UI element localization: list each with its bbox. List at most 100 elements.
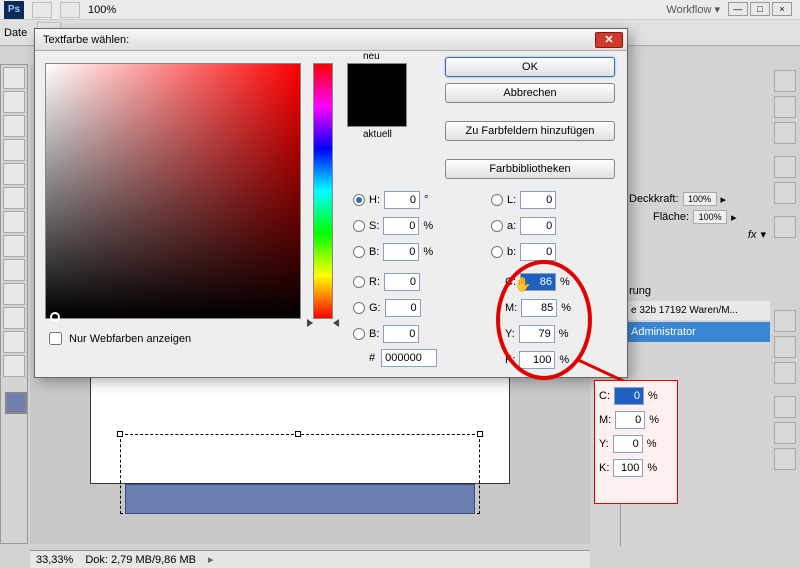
panel-icon-history[interactable]	[774, 396, 796, 418]
hex-prefix: #	[369, 352, 375, 364]
layer-admin-row[interactable]: Administrator	[625, 322, 770, 342]
g-radio[interactable]	[353, 302, 365, 314]
web-only-checkbox[interactable]	[49, 332, 62, 345]
zoom-readout[interactable]: 33,33%	[36, 554, 73, 566]
gradient-tool[interactable]	[3, 259, 25, 281]
y-label: Y:	[505, 328, 515, 340]
panel-icon-styles[interactable]	[774, 122, 796, 144]
bv-label: B:	[369, 246, 379, 258]
type-tool[interactable]	[3, 307, 25, 329]
h-label: H:	[369, 194, 380, 206]
doc-size-readout: Dok: 2,79 MB/9,86 MB	[85, 554, 196, 566]
b-radio[interactable]	[353, 328, 365, 340]
y-input[interactable]	[519, 325, 555, 343]
menu-br-icon[interactable]	[32, 2, 52, 18]
transform-handle[interactable]	[295, 431, 301, 437]
transform-handle[interactable]	[477, 431, 483, 437]
eraser-tool[interactable]	[3, 235, 25, 257]
m-input[interactable]	[521, 299, 557, 317]
l-radio[interactable]	[491, 194, 503, 206]
new-color-label: neu	[363, 51, 380, 62]
web-only-label: Nur Webfarben anzeigen	[69, 333, 191, 345]
panel-icon-info[interactable]	[774, 336, 796, 358]
hue-slider-thumb[interactable]	[307, 319, 339, 327]
b-input[interactable]	[383, 325, 419, 343]
hue-slider[interactable]	[313, 63, 333, 319]
callout-m[interactable]	[615, 411, 645, 429]
panel-icon-fx[interactable]	[774, 448, 796, 470]
l-label: L:	[507, 194, 516, 206]
a-radio[interactable]	[491, 220, 503, 232]
r-input[interactable]	[384, 273, 420, 291]
k-input[interactable]	[519, 351, 555, 369]
fx-icon[interactable]: fx	[748, 229, 757, 241]
date-label: Date	[4, 27, 27, 39]
s-input[interactable]	[383, 217, 419, 235]
panel-icon-navigator[interactable]	[774, 310, 796, 332]
color-field-cursor[interactable]	[50, 312, 60, 322]
dialog-titlebar[interactable]: Textfarbe wählen: ✕	[35, 29, 627, 51]
sat-radio[interactable]	[353, 220, 365, 232]
marquee-tool[interactable]	[3, 91, 25, 113]
l-input[interactable]	[520, 191, 556, 209]
lab-b-label: b:	[507, 246, 516, 258]
pen-tool[interactable]	[3, 283, 25, 305]
h-input[interactable]	[384, 191, 420, 209]
stamp-tool[interactable]	[3, 211, 25, 233]
rung-text: rung	[629, 285, 651, 297]
a-label: a:	[507, 220, 516, 232]
blue-layer-rect[interactable]	[125, 484, 475, 514]
move-tool[interactable]	[3, 67, 25, 89]
layer-path-row[interactable]: e 32b 17192 Waren/M...	[625, 301, 770, 320]
zoom-value[interactable]: 100%	[88, 4, 116, 16]
bright-radio[interactable]	[353, 246, 365, 258]
hex-input[interactable]	[381, 349, 437, 367]
callout-k[interactable]	[613, 459, 643, 477]
brush-tool[interactable]	[3, 187, 25, 209]
status-bar: 33,33% Dok: 2,79 MB/9,86 MB ▸	[30, 550, 590, 568]
r-radio[interactable]	[353, 276, 365, 288]
panel-icon-character[interactable]	[774, 156, 796, 178]
opacity-value[interactable]: 100%	[683, 192, 717, 206]
eyedropper-tool[interactable]	[3, 163, 25, 185]
workflow-menu[interactable]: Workflow ▾	[666, 3, 720, 16]
transform-handle[interactable]	[117, 431, 123, 437]
callout-c-label: C:	[599, 390, 610, 402]
lab-b-radio[interactable]	[491, 246, 503, 258]
maximize-button[interactable]: □	[750, 2, 770, 16]
minimize-button[interactable]: —	[728, 2, 748, 16]
current-color-label: aktuell	[363, 129, 392, 140]
panel-icon-actions[interactable]	[774, 422, 796, 444]
cancel-button[interactable]: Abbrechen	[445, 83, 615, 103]
panel-icon-swatches[interactable]	[774, 96, 796, 118]
panel-icon-histogram[interactable]	[774, 362, 796, 384]
hue-radio[interactable]	[353, 194, 365, 206]
ok-button[interactable]: OK	[445, 57, 615, 77]
bv-input[interactable]	[383, 243, 419, 261]
annotation-callout: C:% M:% Y:% K:%	[594, 380, 678, 504]
foreground-color-swatch[interactable]	[5, 392, 27, 414]
lasso-tool[interactable]	[3, 115, 25, 137]
crop-tool[interactable]	[3, 139, 25, 161]
new-current-swatch[interactable]	[347, 63, 407, 127]
close-button[interactable]: ×	[772, 2, 792, 16]
dialog-close-button[interactable]: ✕	[595, 32, 623, 48]
hand-tool[interactable]	[3, 355, 25, 377]
g-input[interactable]	[385, 299, 421, 317]
panel-icon-layers[interactable]	[774, 216, 796, 238]
panel-icon-color[interactable]	[774, 70, 796, 92]
menu-film-icon[interactable]	[60, 2, 80, 18]
m-label: M:	[505, 302, 517, 314]
callout-y[interactable]	[613, 435, 643, 453]
a-input[interactable]	[520, 217, 556, 235]
fill-value[interactable]: 100%	[693, 210, 727, 224]
k-label: K:	[505, 354, 515, 366]
callout-c[interactable]	[614, 387, 644, 405]
color-field[interactable]	[45, 63, 301, 319]
color-libraries-button[interactable]: Farbbibliotheken	[445, 159, 615, 179]
path-select-tool[interactable]	[3, 331, 25, 353]
add-to-swatches-button[interactable]: Zu Farbfeldern hinzufügen	[445, 121, 615, 141]
collapsed-panel-strip	[774, 70, 798, 470]
panel-icon-paragraph[interactable]	[774, 182, 796, 204]
lab-b-input[interactable]	[520, 243, 556, 261]
